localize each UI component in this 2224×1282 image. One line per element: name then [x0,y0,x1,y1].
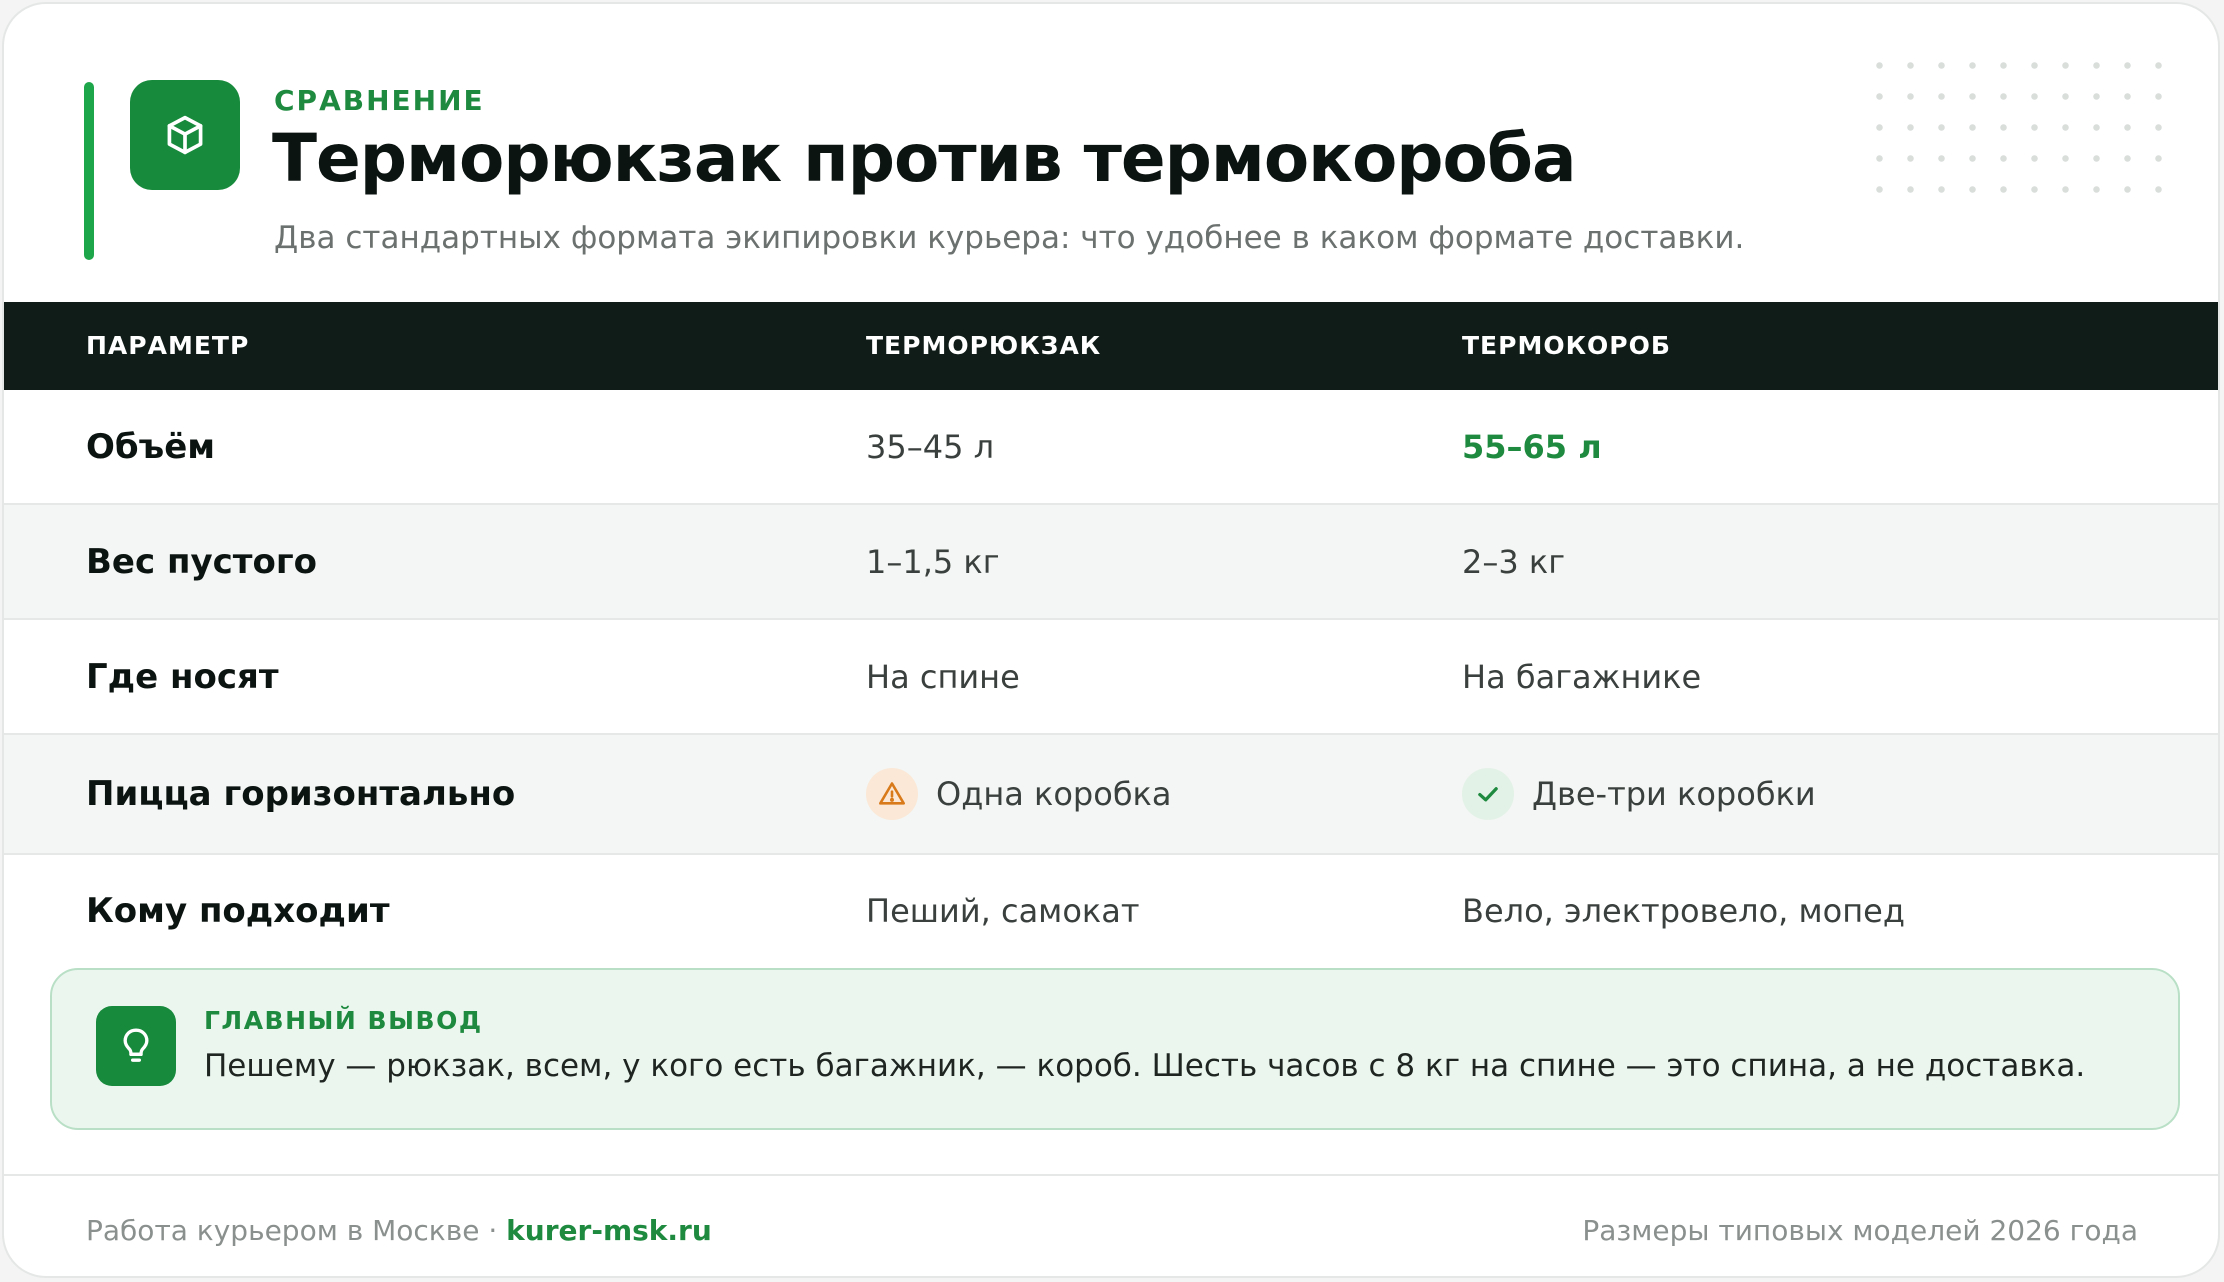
decorative-dot-grid [1864,50,2174,200]
table-row: Вес пустого 1–1,5 кг 2–3 кг [4,505,2218,620]
table-row: Пицца горизонтально Одна коробка Две-три… [4,735,2218,855]
column-header-parameter: ПАРАМЕТР [86,331,250,360]
row-param: Вес пустого [86,541,317,582]
check-badge [1462,768,1514,820]
box-pizza-text: Две-три коробки [1532,775,1816,813]
table-row: Объём 35–45 л 55–65 л [4,390,2218,505]
column-header-backpack: ТЕРМОРЮКЗАК [866,331,1102,360]
row-box-value: 55–65 л [1462,427,1602,466]
table-row: Где носят На спине На багажнике [4,620,2218,735]
warning-icon [879,782,905,805]
comparison-table: ПАРАМЕТР ТЕРМОРЮКЗАК ТЕРМОКОРОБ Объём 35… [4,302,2218,967]
warning-badge [866,768,918,820]
comparison-card: СРАВНЕНИЕ Терморюкзак против термокороба… [2,2,2220,1278]
row-backpack-value: 1–1,5 кг [866,542,1000,581]
takeaway-label: ГЛАВНЫЙ ВЫВОД [204,1006,483,1035]
row-box-value: Вело, электровело, мопед [1462,892,1905,930]
check-icon [1478,787,1498,802]
backpack-pizza-text: Одна коробка [936,775,1172,813]
header: СРАВНЕНИЕ Терморюкзак против термокороба… [4,4,2218,302]
row-backpack-value: 35–45 л [866,427,995,466]
footer-note: Размеры типовых моделей 2026 года [1582,1214,2138,1247]
footer-source-text: Работа курьером в Москве · [86,1214,507,1247]
table-header: ПАРАМЕТР ТЕРМОРЮКЗАК ТЕРМОКОРОБ [4,302,2218,390]
footer-site-link[interactable]: kurer-msk.ru [506,1214,712,1247]
row-box-value: Две-три коробки [1462,735,1816,853]
footer: Работа курьером в Москве · kurer-msk.ru … [4,1174,2218,1276]
row-param: Пицца горизонтально [86,774,516,814]
lightbulb-icon [123,1028,149,1062]
eyebrow-label: СРАВНЕНИЕ [274,84,485,117]
table-row: Кому подходит Пеший, самокат Вело, элект… [4,855,2218,967]
logo-badge [130,80,240,190]
box-icon [167,115,203,155]
row-backpack-value: Пеший, самокат [866,892,1140,930]
row-box-value: 2–3 кг [1462,542,1566,581]
column-header-box: ТЕРМОКОРОБ [1462,331,1671,360]
footer-source: Работа курьером в Москве · kurer-msk.ru [86,1214,712,1247]
page-title: Терморюкзак против термокороба [272,120,1577,197]
row-param: Кому подходит [86,891,390,931]
key-takeaway-box: ГЛАВНЫЙ ВЫВОД Пешему — рюкзак, всем, у к… [50,968,2180,1130]
takeaway-text: Пешему — рюкзак, всем, у кого есть багаж… [204,1048,2086,1084]
row-param: Объём [86,426,216,467]
takeaway-icon-badge [96,1006,176,1086]
row-param: Где носят [86,656,279,697]
accent-bar [84,82,94,260]
page-subtitle: Два стандартных формата экипировки курье… [274,220,1745,256]
row-backpack-value: Одна коробка [866,735,1171,853]
row-backpack-value: На спине [866,657,1020,696]
row-box-value: На багажнике [1462,657,1702,696]
